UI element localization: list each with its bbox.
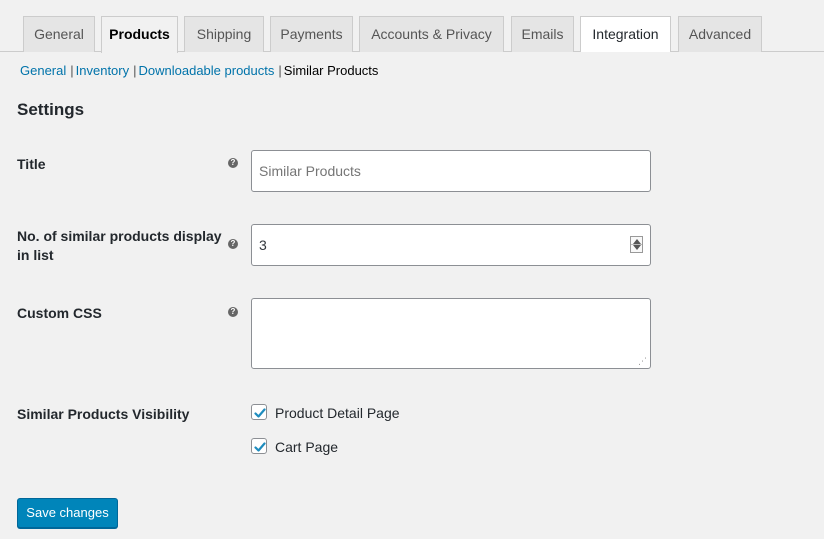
checkmark-icon — [254, 408, 266, 418]
tab-payments[interactable]: Payments — [270, 16, 353, 52]
title-label: Title — [17, 156, 46, 172]
count-label: No. of similar products display in list — [17, 227, 222, 265]
count-field — [251, 224, 651, 266]
subnav-separator: | — [278, 63, 282, 78]
custom-css-label: Custom CSS — [17, 305, 102, 321]
cart-page-checkbox[interactable] — [251, 438, 267, 454]
count-input[interactable] — [251, 224, 651, 266]
stepper-down-icon[interactable] — [633, 245, 641, 250]
visibility-label: Similar Products Visibility — [17, 406, 190, 422]
title-input[interactable] — [251, 150, 651, 192]
subnav-separator: | — [133, 63, 137, 78]
resize-grip-icon[interactable]: ⋰ — [638, 356, 648, 366]
subnav-inventory[interactable]: Inventory — [76, 63, 129, 78]
count-stepper[interactable] — [630, 236, 643, 253]
section-subnav: General | Inventory | Downloadable products |… — [20, 62, 378, 80]
help-icon[interactable]: ? — [228, 239, 238, 249]
tab-advanced[interactable]: Advanced — [678, 16, 762, 52]
tab-general[interactable]: General — [23, 16, 95, 52]
subnav-general[interactable]: General — [20, 63, 66, 78]
subnav-current-similar-products: Similar Products — [283, 63, 379, 78]
help-icon[interactable]: ? — [228, 307, 238, 317]
count-label-line2: in list — [17, 247, 54, 263]
tab-emails[interactable]: Emails — [511, 16, 574, 52]
save-changes-button[interactable]: Save changes — [17, 498, 118, 528]
count-label-line1: No. of similar products display — [17, 228, 222, 244]
custom-css-textarea[interactable] — [251, 298, 651, 369]
settings-tabs: General Products Shipping Payments Accou… — [0, 0, 824, 53]
tab-integration[interactable]: Integration — [580, 16, 671, 52]
tab-products[interactable]: Products — [101, 16, 178, 53]
subnav-downloadable-products[interactable]: Downloadable products — [139, 63, 275, 78]
product-detail-page-checkbox[interactable] — [251, 404, 267, 420]
cart-page-label: Cart Page — [275, 439, 339, 455]
checkmark-icon — [254, 442, 266, 452]
product-detail-page-label: Product Detail Page — [275, 405, 400, 421]
subnav-separator: | — [70, 63, 74, 78]
tab-shipping[interactable]: Shipping — [184, 16, 264, 52]
help-icon[interactable]: ? — [228, 158, 238, 168]
tab-accounts-privacy[interactable]: Accounts & Privacy — [359, 16, 504, 52]
page-title: Settings — [17, 100, 85, 119]
